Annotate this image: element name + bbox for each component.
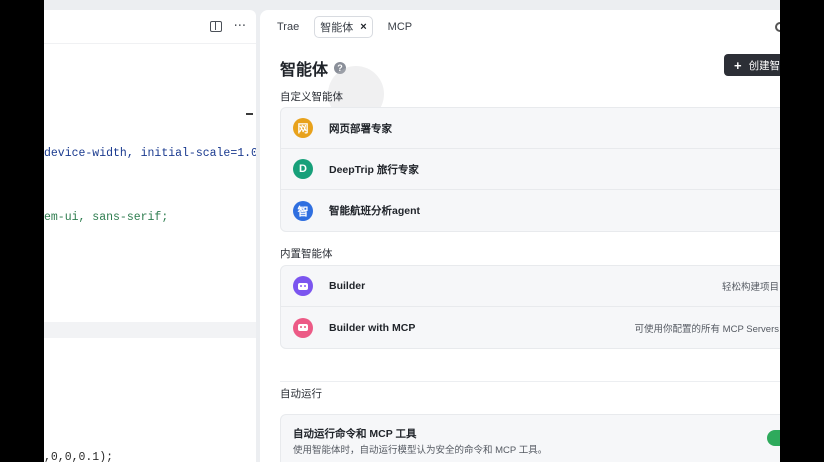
section-divider — [280, 381, 780, 382]
auto-run-description: 使用智能体时，自动运行模型认为安全的命令和 MCP 工具。 — [293, 445, 548, 456]
agent-avatar: D — [293, 159, 313, 179]
custom-agents-label: 自定义智能体 — [280, 91, 343, 103]
agents-panel: Trae 智能体 × MCP 智能体 ? + 创建智能体 自定义智能体 网 网页… — [260, 10, 780, 462]
plus-icon: + — [734, 57, 742, 73]
create-agent-button[interactable]: + 创建智能体 — [724, 54, 780, 76]
agent-avatar: 网 — [293, 118, 313, 138]
more-icon[interactable]: ··· — [234, 19, 246, 34]
agent-name: 智能航班分析agent — [329, 205, 421, 217]
gear-icon[interactable] — [775, 22, 780, 32]
agent-name: DeepTrip 旅行专家 — [329, 163, 419, 176]
panel-tabs: Trae 智能体 × MCP — [260, 10, 780, 44]
bot-icon — [293, 317, 313, 338]
agent-avatar: 智 — [293, 200, 313, 221]
agent-description: 可使用你配置的所有 MCP Servers — [634, 323, 779, 335]
auto-run-title: 自动运行命令和 MCP 工具 — [293, 428, 417, 440]
tab-mcp[interactable]: MCP — [383, 16, 417, 38]
agent-name: Builder — [329, 280, 366, 292]
cursor-marker — [246, 113, 253, 115]
list-item[interactable]: Builder with MCP 可使用你配置的所有 MCP Servers — [281, 307, 780, 348]
tab-trae[interactable]: Trae — [272, 16, 304, 38]
current-line-highlight — [44, 322, 256, 338]
code-line: em-ui, sans-serif; — [44, 211, 169, 224]
agent-name: 网页部署专家 — [329, 122, 392, 135]
list-item[interactable]: 网 网页部署专家 — [281, 108, 780, 149]
tab-agents[interactable]: 智能体 × — [314, 16, 373, 38]
close-icon[interactable]: × — [360, 21, 366, 33]
auto-run-toggle[interactable] — [767, 430, 780, 446]
code-line: ,0,0,0.1); — [44, 451, 114, 462]
code-editor[interactable]: ··· device-width, initial-scale=1.0"> em… — [44, 10, 256, 462]
auto-run-setting: 自动运行命令和 MCP 工具 使用智能体时，自动运行模型认为安全的命令和 MCP… — [280, 414, 780, 462]
custom-agents-list: 网 网页部署专家 D DeepTrip 旅行专家 智 智能航班分析agent — [280, 107, 780, 232]
list-item[interactable]: D DeepTrip 旅行专家 — [281, 149, 780, 190]
editor-toolbar: ··· — [44, 10, 256, 44]
split-editor-icon[interactable] — [209, 21, 222, 32]
code-line: device-width, initial-scale=1.0"> — [44, 147, 256, 160]
list-item[interactable]: 智 智能航班分析agent — [281, 190, 780, 231]
list-item[interactable]: Builder 轻松构建项目 — [281, 266, 780, 307]
bot-icon — [293, 276, 313, 296]
agent-name: Builder with MCP — [329, 321, 416, 334]
auto-run-label: 自动运行 — [280, 388, 322, 400]
builtin-agents-label: 内置智能体 — [280, 248, 333, 260]
app-frame: ··· device-width, initial-scale=1.0"> em… — [44, 0, 780, 462]
agent-description: 轻松构建项目 — [721, 282, 779, 293]
builtin-agents-list: Builder 轻松构建项目 Builder with MCP 可使用你配置的所… — [280, 265, 780, 349]
